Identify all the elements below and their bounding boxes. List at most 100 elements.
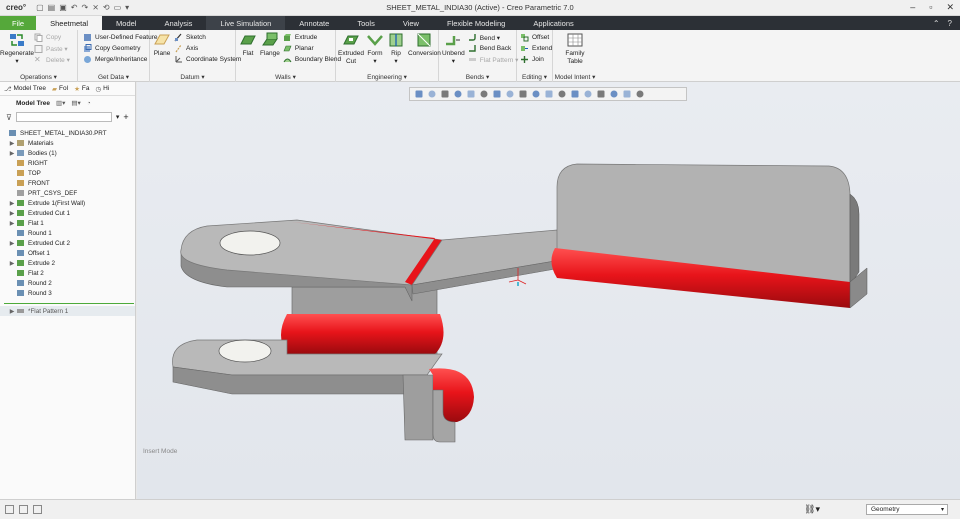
flat-pattern-button[interactable]: Flat Pattern ▾ <box>468 55 518 64</box>
expand-icon[interactable]: ▶ <box>8 240 16 247</box>
tab-history[interactable]: ◷ Hi <box>95 85 109 93</box>
sketch-button[interactable]: Sketch <box>174 33 241 42</box>
tab-sheetmetal[interactable]: Sheetmetal <box>36 16 103 30</box>
windows-icon[interactable]: ▭ <box>114 3 122 12</box>
group-label-walls[interactable]: Walls ▾ <box>236 73 335 81</box>
expand-icon[interactable]: ▶ <box>8 308 16 315</box>
close-window-icon[interactable]: ⨯ <box>92 3 99 12</box>
tree-node[interactable]: ▶ Extruded Cut 2 <box>0 238 135 248</box>
join-button[interactable]: Join <box>520 55 552 64</box>
group-label-model-intent[interactable]: Model Intent ▾ <box>553 73 597 81</box>
tab-favorites[interactable]: ★ Fa <box>74 85 89 93</box>
group-label-bends[interactable]: Bends ▾ <box>439 73 516 81</box>
maximize-icon[interactable]: ▫ <box>929 2 932 13</box>
tab-model-tree[interactable]: ⎇ Model Tree <box>4 85 46 93</box>
tree-node[interactable]: RIGHT <box>0 158 135 168</box>
tab-analysis[interactable]: Analysis <box>150 16 206 30</box>
axis-button[interactable]: Axis <box>174 44 241 53</box>
expand-icon[interactable]: ▶ <box>8 260 16 267</box>
tree-node[interactable]: Round 2 <box>0 278 135 288</box>
tree-columns-icon[interactable]: ▤▾ <box>71 99 80 107</box>
tab-live-simulation[interactable]: Live Simulation <box>206 16 286 30</box>
boundary-blend-button[interactable]: Boundary Blend <box>283 55 341 64</box>
coordinate-system-button[interactable]: Coordinate System <box>174 55 241 64</box>
tree-node[interactable]: ▶ Extruded Cut 1 <box>0 208 135 218</box>
open-icon[interactable]: ▤ <box>48 3 56 12</box>
offset-button[interactable]: Offset <box>520 33 552 42</box>
feature-icon <box>17 160 24 166</box>
tree-node[interactable]: Offset 1 <box>0 248 135 258</box>
tab-file[interactable]: File <box>0 16 37 30</box>
group-label-datum[interactable]: Datum ▾ <box>150 73 235 81</box>
graphics-window[interactable]: Insert Mode <box>137 82 960 499</box>
show-browser-icon[interactable] <box>19 505 28 514</box>
bend-back-button[interactable]: Bend Back <box>468 44 519 53</box>
save-icon[interactable]: ▣ <box>59 3 67 12</box>
tree-search-input[interactable] <box>15 112 112 122</box>
tree-node[interactable]: TOP <box>0 168 135 178</box>
collapse-ribbon-icon[interactable]: ⌃ <box>933 19 940 28</box>
filter-icon[interactable]: ⊽ <box>6 113 12 122</box>
tab-annotate[interactable]: Annotate <box>285 16 343 30</box>
user-defined-feature-button[interactable]: User-Defined Feature <box>83 33 158 42</box>
group-label-get-data[interactable]: Get Data ▾ <box>78 73 149 81</box>
tree-node[interactable]: Round 3 <box>0 288 135 298</box>
expand-icon[interactable]: ▶ <box>8 140 16 147</box>
selection-filter[interactable]: Geometry ▾ <box>866 504 948 515</box>
group-operations: Regenerate ▾ Copy Paste ▾ ✕ Delete ▾ Oper… <box>0 30 78 82</box>
tree-node-label: Extrude 2 <box>28 259 55 267</box>
regenerate-icon[interactable]: ⟲ <box>103 3 110 12</box>
close-icon[interactable]: ✕ <box>946 2 954 13</box>
insert-here-marker[interactable] <box>4 303 134 304</box>
add-icon[interactable]: + <box>123 112 128 122</box>
model-tree-panel: ⎇ Model Tree ▰ Fol ★ Fa ◷ Hi Model Tree ▥▾ ▤… <box>0 82 136 499</box>
delete-button[interactable]: ✕ Delete ▾ <box>34 55 70 64</box>
group-label-editing[interactable]: Editing ▾ <box>517 73 552 81</box>
find-icon[interactable]: ⛓▾ <box>804 504 820 515</box>
tree-node[interactable]: ▶ Extrude 1(First Wall) <box>0 198 135 208</box>
group-label-operations[interactable]: Operations ▾ <box>0 73 77 81</box>
tab-model[interactable]: Model <box>102 16 150 30</box>
expand-icon[interactable]: ▶ <box>8 200 16 207</box>
tree-show-icon[interactable]: ◔ <box>87 100 91 107</box>
help-icon[interactable]: ? <box>948 19 952 28</box>
paste-button[interactable]: Paste ▾ <box>34 44 70 53</box>
redo-icon[interactable]: ↷ <box>82 3 89 12</box>
undo-icon[interactable]: ↶ <box>71 3 78 12</box>
extend-button[interactable]: Extend <box>520 44 552 53</box>
tree-node[interactable]: Flat 2 <box>0 268 135 278</box>
show-navigator-icon[interactable] <box>5 505 14 514</box>
extrude-wall-button[interactable]: Extrude <box>283 33 341 42</box>
tab-applications[interactable]: Applications <box>519 16 587 30</box>
tree-node[interactable]: Round 1 <box>0 228 135 238</box>
full-screen-icon[interactable] <box>33 505 42 514</box>
tab-tools[interactable]: Tools <box>343 16 389 30</box>
search-dropdown-icon[interactable]: ▾ <box>116 113 120 121</box>
group-label-engineering[interactable]: Engineering ▾ <box>336 73 438 81</box>
merge-inheritance-button[interactable]: Merge/Inheritance <box>83 55 158 64</box>
tab-folder-browser[interactable]: ▰ Fol <box>52 85 68 93</box>
bend-button[interactable]: Bend ▾ <box>468 33 519 42</box>
expand-icon[interactable]: ▶ <box>8 210 16 217</box>
sheet-metal-model[interactable] <box>137 82 960 499</box>
new-icon[interactable]: ▢ <box>36 3 44 12</box>
tree-root[interactable]: SHEET_METAL_INDIA30.PRT <box>0 128 135 138</box>
tab-flexible-modeling[interactable]: Flexible Modeling <box>433 16 519 30</box>
tree-node[interactable]: ▶ Flat 1 <box>0 218 135 228</box>
tree-node[interactable]: FRONT <box>0 178 135 188</box>
copy-geometry-button[interactable]: Copy Geometry <box>83 44 158 53</box>
copy-button[interactable]: Copy <box>34 33 70 42</box>
tree-node[interactable]: ▶ *Flat Pattern 1 <box>0 306 135 316</box>
tree-node[interactable]: ▶ Bodies (1) <box>0 148 135 158</box>
expand-icon[interactable]: ▶ <box>8 150 16 157</box>
planar-button[interactable]: Planar <box>283 44 341 53</box>
expand-icon[interactable]: ▶ <box>8 220 16 227</box>
tree-settings-icon[interactable]: ▥▾ <box>56 99 65 107</box>
customize-icon[interactable]: ▾ <box>125 3 129 12</box>
tree-node[interactable]: ▶ Materials <box>0 138 135 148</box>
minimize-icon[interactable]: – <box>910 2 915 13</box>
tree-node[interactable]: PRT_CSYS_DEF <box>0 188 135 198</box>
tab-view[interactable]: View <box>389 16 433 30</box>
tree-node[interactable]: ▶ Extrude 2 <box>0 258 135 268</box>
copy-geometry-icon <box>84 44 92 52</box>
